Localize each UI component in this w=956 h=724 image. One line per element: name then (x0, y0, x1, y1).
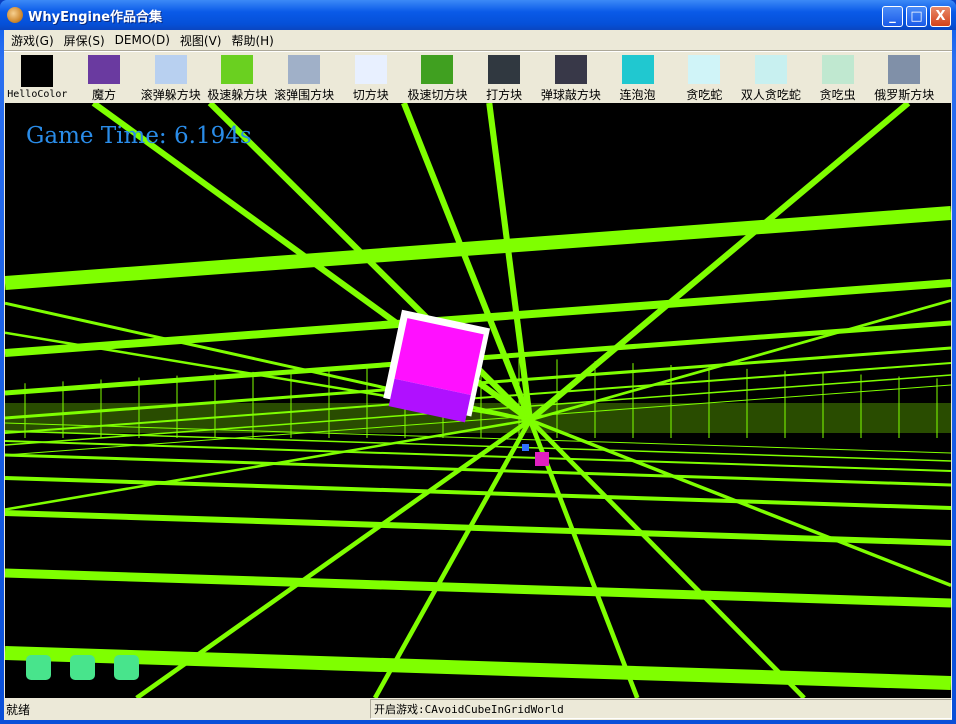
maximize-button[interactable]: □ (906, 6, 927, 27)
toolbar-button-label: 连泡泡 (619, 88, 656, 102)
toolbar-button-label: 极速切方块 (407, 88, 468, 102)
game-thumbnail-icon (688, 55, 721, 84)
toolbar-button-label: HelloColor (7, 89, 68, 100)
game-thumbnail-icon (488, 55, 521, 84)
distant-cube (535, 452, 549, 466)
menu-help[interactable]: 帮助(H) (226, 32, 278, 49)
toolbar-button[interactable]: 极速切方块 (404, 52, 471, 103)
toolbar-button[interactable]: 贪吃虫 (804, 52, 871, 103)
grid-line (372, 418, 533, 698)
toolbar-button-label: 双人贪吃蛇 (740, 88, 801, 102)
app-window: WhyEngine作品合集 _ □ X 游戏(G) 屏保(S) DEMO(D) … (0, 0, 956, 724)
game-thumbnail-icon (288, 55, 321, 84)
grid-line (5, 206, 951, 290)
toolbar-button[interactable]: 双人贪吃蛇 (738, 52, 805, 103)
game-thumbnail-icon (354, 55, 387, 84)
player-cube (522, 444, 529, 451)
app-icon (7, 7, 23, 23)
grid-line (5, 476, 951, 510)
grid-line (5, 568, 951, 608)
game-thumbnail-icon (88, 55, 121, 84)
game-thumbnail-icon (821, 55, 854, 84)
toolbar-button-label: 贪吃虫 (819, 88, 856, 102)
game-thumbnail-icon (21, 55, 54, 87)
game-thumbnail-icon (554, 55, 587, 84)
toolbar-button-label: 滚弹围方块 (274, 88, 335, 102)
toolbar-button-label: 滚弹躲方块 (140, 88, 201, 102)
toolbar-button[interactable]: 切方块 (337, 52, 404, 103)
toolbar-button[interactable]: 魔方 (71, 52, 138, 103)
title-bar[interactable]: WhyEngine作品合集 _ □ X (0, 0, 956, 30)
toolbar-button[interactable]: 弹球敲方块 (538, 52, 605, 103)
minimize-button[interactable]: _ (882, 6, 903, 27)
menu-bar: 游戏(G) 屏保(S) DEMO(D) 视图(V) 帮助(H) (4, 30, 952, 50)
toolbar-button[interactable]: 俄罗斯方块 (871, 52, 938, 103)
game-thumbnail-icon (754, 55, 787, 84)
game-thumbnail-icon (621, 55, 654, 84)
toolbar-button-label: 魔方 (92, 88, 117, 102)
menu-demo[interactable]: DEMO(D) (110, 33, 175, 47)
grid-world (5, 103, 951, 698)
toolbar-button-label: 极速躲方块 (207, 88, 268, 102)
game-thumbnail-icon (154, 55, 187, 84)
game-thumbnail-icon (221, 55, 254, 84)
status-bar: 就绪 开启游戏:CAvoidCubeInGridWorld (4, 699, 952, 719)
grid-line (528, 103, 911, 423)
toolbar-button[interactable]: 滚弹躲方块 (137, 52, 204, 103)
toolbar-button[interactable]: 滚弹围方块 (271, 52, 338, 103)
toolbar-button[interactable]: 贪吃蛇 (671, 52, 738, 103)
status-message: 开启游戏:CAvoidCubeInGridWorld (370, 699, 952, 719)
toolbar-button-label: 俄罗斯方块 (874, 88, 935, 102)
toolbar-button-label: 切方块 (352, 88, 389, 102)
game-thumbnail-icon (888, 55, 921, 84)
menu-screensaver[interactable]: 屏保(S) (59, 32, 110, 49)
toolbar-button-label: 弹球敲方块 (540, 88, 601, 102)
life-indicator (26, 655, 51, 680)
window-title: WhyEngine作品合集 (28, 10, 163, 25)
life-indicator (70, 655, 95, 680)
menu-view[interactable]: 视图(V) (175, 32, 227, 49)
toolbar-button-label: 贪吃蛇 (686, 88, 723, 102)
game-thumbnail-icon (421, 55, 454, 84)
close-button[interactable]: X (930, 6, 951, 27)
toolbar-button[interactable]: HelloColor (4, 52, 71, 103)
toolbar-button[interactable]: 极速躲方块 (204, 52, 271, 103)
toolbar-button[interactable]: 打方块 (471, 52, 538, 103)
toolbar-button[interactable]: 连泡泡 (604, 52, 671, 103)
game-viewport[interactable]: Game Time: 6.194s (5, 103, 951, 698)
life-indicator (114, 655, 139, 680)
toolbar-button-label: 打方块 (486, 88, 523, 102)
menu-game[interactable]: 游戏(G) (6, 32, 59, 49)
grid-line (5, 646, 951, 690)
status-ready: 就绪 (6, 703, 31, 717)
game-time: Game Time: 6.194s (26, 123, 252, 149)
toolbar: HelloColor 魔方 滚弹躲方块 极速躲方块 滚弹围方块 切方块 极速切方块 打方块 弹球… (4, 51, 952, 103)
